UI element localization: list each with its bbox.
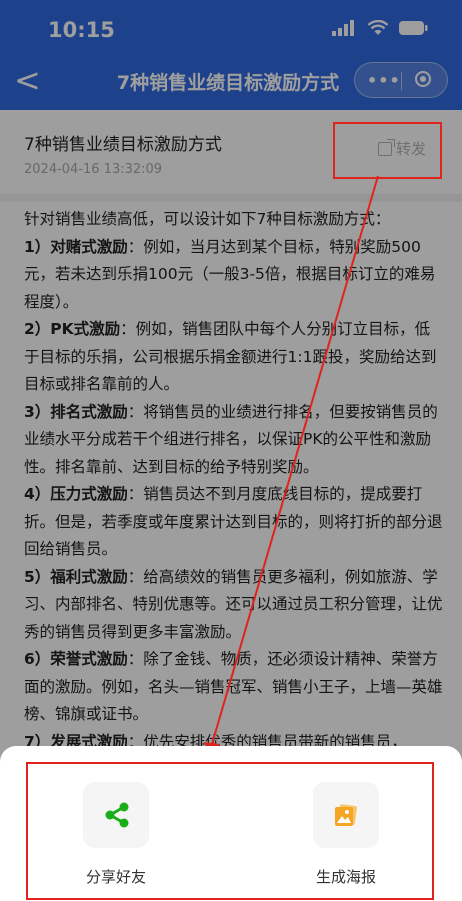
highlight-box-share-sheet [26, 762, 434, 900]
